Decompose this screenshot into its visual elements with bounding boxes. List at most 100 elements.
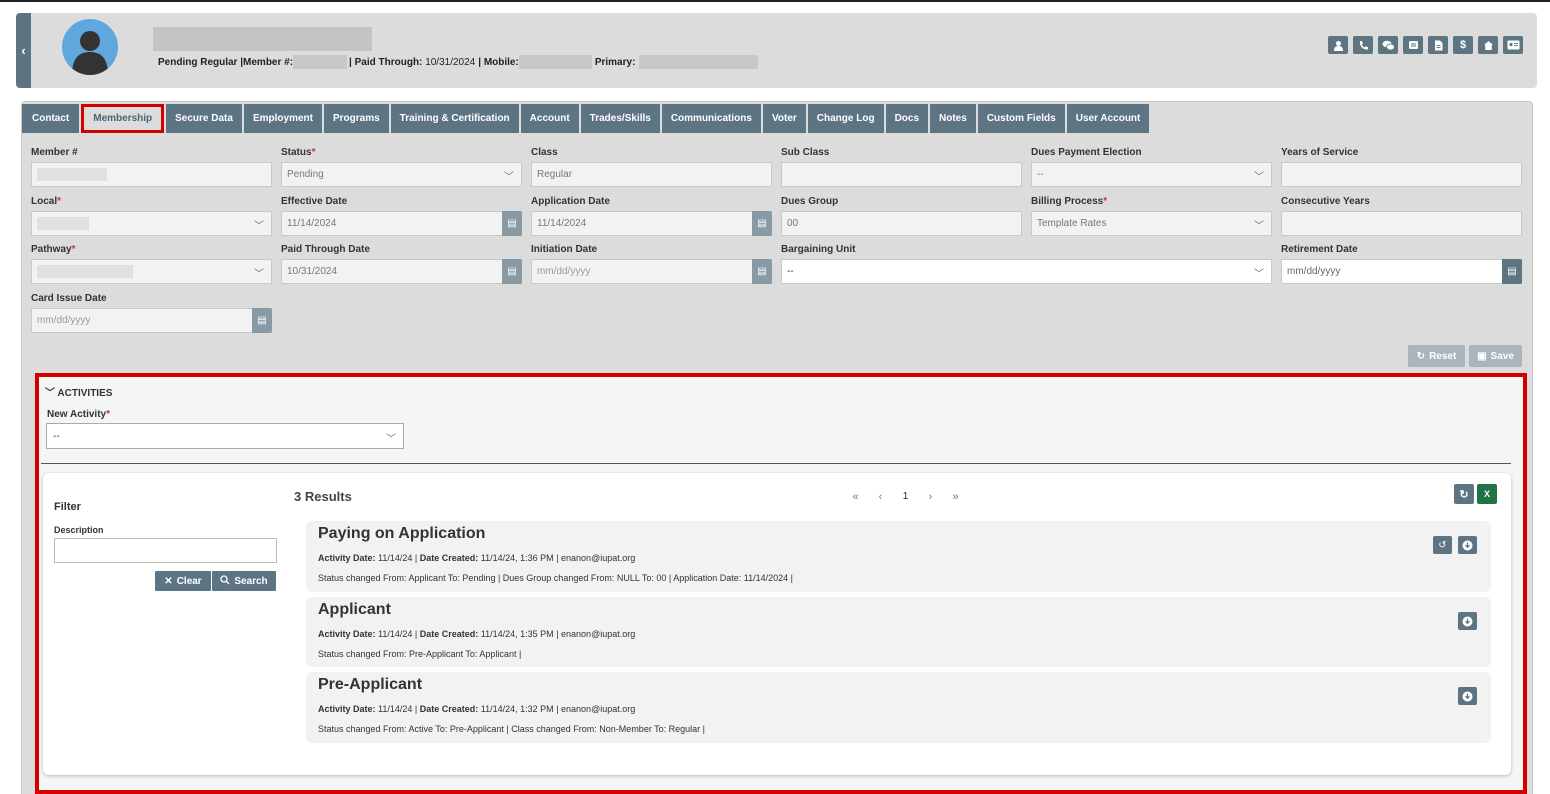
back-chevron-icon[interactable]: ‹ (16, 13, 31, 88)
tab-communications[interactable]: Communications (661, 104, 761, 133)
tab-membership[interactable]: Membership (81, 104, 165, 133)
member-number-input[interactable] (31, 162, 272, 187)
last-page-button[interactable]: » (943, 491, 968, 503)
calendar-icon[interactable]: ▤ (1502, 259, 1522, 284)
class-input[interactable]: Regular (531, 162, 772, 187)
excel-export-icon[interactable]: X (1477, 484, 1497, 504)
tab-trades-skills[interactable]: Trades/Skills (580, 104, 660, 133)
application-date-value: 11/14/2024 (537, 218, 587, 229)
years-service-field: Years of Service (1281, 147, 1522, 187)
calendar-icon[interactable]: ▤ (502, 259, 522, 284)
tab-notes[interactable]: Notes (930, 104, 976, 133)
tab-user-account[interactable]: User Account (1066, 104, 1150, 133)
initiation-date-input[interactable]: mm/dd/yyyy ▤ (531, 259, 772, 284)
billing-process-select[interactable]: Template Rates ﹀ (1031, 211, 1272, 236)
dues-payment-value: -- (1037, 169, 1044, 180)
calendar-icon[interactable]: ▤ (502, 211, 522, 236)
search-label: Search (234, 575, 268, 587)
id-card-icon[interactable] (1503, 36, 1523, 54)
status-select[interactable]: Pending ﹀ (281, 162, 522, 187)
tab-custom-fields[interactable]: Custom Fields (977, 104, 1065, 133)
activity-date-label: Activity Date: (318, 553, 376, 563)
activity-actions (1458, 687, 1477, 705)
pathway-select[interactable]: ﹀ (31, 259, 272, 284)
bargaining-unit-field: Bargaining Unit -- ﹀ (781, 244, 1272, 284)
download-icon[interactable] (1458, 687, 1477, 705)
local-select[interactable]: ﹀ (31, 211, 272, 236)
clear-button[interactable]: ✕ Clear (155, 571, 211, 591)
document-icon[interactable] (1428, 36, 1448, 54)
download-icon[interactable] (1458, 612, 1477, 630)
download-icon[interactable] (1458, 536, 1477, 554)
retirement-date-label: Retirement Date (1281, 244, 1358, 255)
paid-through-date-input[interactable]: 10/31/2024 ▤ (281, 259, 522, 284)
application-date-input[interactable]: 11/14/2024 ▤ (531, 211, 772, 236)
description-input[interactable] (54, 538, 277, 563)
tab-docs[interactable]: Docs (885, 104, 929, 133)
refresh-icon[interactable]: ↻ (1454, 484, 1474, 504)
date-created: 11/14/24, 1:36 PM (480, 553, 554, 563)
activity-date: 11/14/24 (378, 553, 413, 563)
close-icon: ✕ (164, 575, 173, 587)
chat-icon[interactable] (1378, 36, 1398, 54)
tab-voter[interactable]: Voter (762, 104, 806, 133)
current-page[interactable]: 1 (893, 491, 918, 503)
tab-account[interactable]: Account (520, 104, 579, 133)
phone-icon[interactable] (1353, 36, 1373, 54)
tab-training-certification[interactable]: Training & Certification (390, 104, 519, 133)
card-issue-date-input[interactable]: mm/dd/yyyy ▤ (31, 308, 272, 333)
home-icon[interactable] (1478, 36, 1498, 54)
bargaining-unit-select[interactable]: -- ﹀ (781, 259, 1272, 284)
calendar-icon[interactable]: ▤ (752, 259, 772, 284)
billing-process-field: Billing Process* Template Rates ﹀ (1031, 196, 1272, 236)
pathway-label: Pathway (31, 244, 72, 255)
message-icon[interactable] (1403, 36, 1423, 54)
billing-process-value: Template Rates (1037, 218, 1107, 229)
member-summary: Pending Regular | Member #: | Paid Throu… (158, 55, 759, 69)
years-service-input[interactable] (1281, 162, 1522, 187)
member-number-redacted (293, 55, 348, 69)
status-value: Pending (287, 169, 324, 180)
filter-title: Filter (54, 501, 81, 513)
application-date-label: Application Date (531, 196, 610, 207)
retirement-date-field: Retirement Date mm/dd/yyyy ▤ (1281, 244, 1522, 284)
activity-title: Pre-Applicant (318, 676, 423, 693)
new-activity-select[interactable]: -- ﹀ (46, 423, 404, 449)
avatar (62, 19, 118, 75)
search-button[interactable]: Search (212, 571, 276, 591)
calendar-icon[interactable]: ▤ (252, 308, 272, 333)
effective-date-input[interactable]: 11/14/2024 ▤ (281, 211, 522, 236)
class-value: Regular (537, 169, 573, 180)
tab-secure-data[interactable]: Secure Data (166, 104, 242, 133)
tab-programs[interactable]: Programs (323, 104, 389, 133)
prev-page-button[interactable]: ‹ (868, 491, 893, 503)
chevron-down-icon: ﹀ (1254, 221, 1264, 232)
history-icon[interactable]: ↺ (1433, 536, 1452, 554)
paid-through-value: 10/31/2024 (425, 56, 476, 68)
activity-user: enanon@iupat.org (561, 704, 636, 714)
next-page-button[interactable]: › (918, 491, 943, 503)
calendar-icon[interactable]: ▤ (752, 211, 772, 236)
dues-payment-field: Dues Payment Election -- ﹀ (1031, 147, 1272, 187)
dollar-icon[interactable]: $ (1453, 36, 1473, 54)
pathway-field: Pathway* ﹀ (31, 244, 272, 284)
initiation-date-placeholder: mm/dd/yyyy (537, 266, 591, 277)
dues-payment-select[interactable]: -- ﹀ (1031, 162, 1272, 187)
save-button[interactable]: ▣ Save (1469, 345, 1522, 367)
retirement-date-input[interactable]: mm/dd/yyyy ▤ (1281, 259, 1522, 284)
activity-status: Status changed From: Applicant To: Pendi… (318, 573, 793, 583)
consecutive-years-input[interactable] (1281, 211, 1522, 236)
tab-contact[interactable]: Contact (22, 104, 80, 133)
reset-button[interactable]: ↻ Reset (1408, 345, 1465, 367)
tab-change-log[interactable]: Change Log (807, 104, 884, 133)
sub-class-input[interactable] (781, 162, 1022, 187)
dues-payment-label: Dues Payment Election (1031, 147, 1142, 158)
consecutive-years-field: Consecutive Years (1281, 196, 1522, 236)
dues-group-label: Dues Group (781, 196, 839, 207)
dues-group-input[interactable]: 00 (781, 211, 1022, 236)
user-icon[interactable] (1328, 36, 1348, 54)
first-page-button[interactable]: « (843, 491, 868, 503)
tab-employment[interactable]: Employment (243, 104, 322, 133)
results-tools: ↻ X (1454, 484, 1497, 504)
date-created-label: Date Created: (419, 553, 479, 563)
